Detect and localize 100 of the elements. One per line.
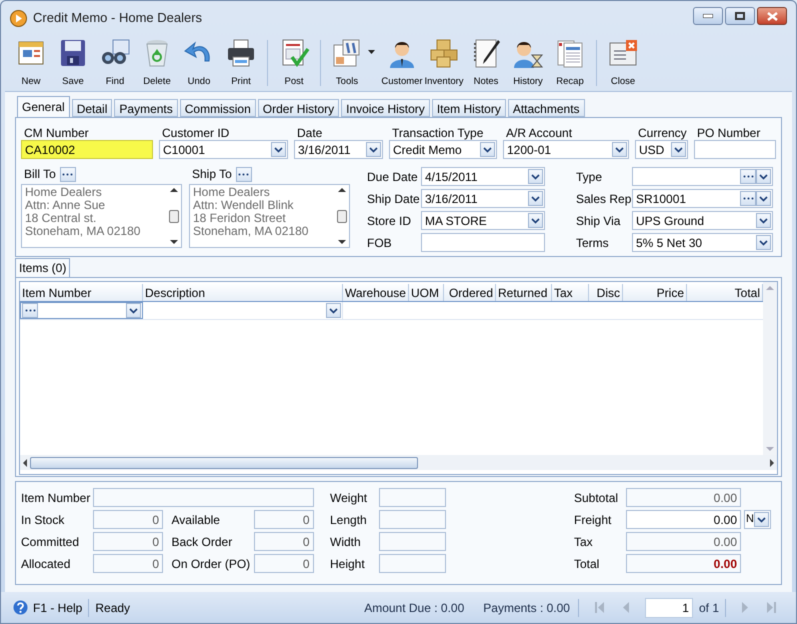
page-field[interactable]: 1 [644, 598, 693, 618]
address-box[interactable]: Home Dealers Attn: Wendell Blink 18 Feridon Street Stoneham, MA 02180 [189, 184, 350, 248]
address-box[interactable]: Home Dealers Attn: Anne Sue 18 Central st. Stoneham, MA 02180 [21, 184, 182, 248]
toolbar-button[interactable]: New [10, 36, 52, 90]
tab[interactable]: Detail [72, 99, 112, 117]
tab[interactable]: Item History [432, 99, 506, 117]
down-arrow-icon[interactable] [170, 240, 178, 244]
toolbar-button[interactable]: Tools [326, 36, 368, 90]
combo-box[interactable]: 3/16/2011 [421, 189, 545, 208]
dropdown-button[interactable] [756, 191, 771, 206]
dropdown-button[interactable] [756, 169, 771, 184]
field-value: SR10001 [635, 190, 688, 208]
amount-due-text: Amount Due : 0.00 [364, 600, 464, 616]
lookup-button[interactable] [740, 191, 756, 206]
chevron-icon [615, 146, 624, 152]
address-line: 18 Feridon Street [193, 212, 287, 225]
minimize-button[interactable] [693, 7, 723, 25]
column-header[interactable]: Warehouse [343, 284, 409, 301]
toolbar-button[interactable]: Post [273, 36, 315, 90]
tab[interactable]: Order History [258, 99, 340, 117]
address-label: Ship To [192, 166, 232, 183]
tab[interactable]: Attachments [508, 99, 585, 117]
combo-box[interactable]: UPS Ground [632, 211, 773, 230]
column-header[interactable]: Item Number [20, 284, 143, 301]
dropdown-button[interactable] [754, 512, 769, 527]
toolbar-button[interactable]: Print [220, 36, 262, 90]
close-button[interactable] [757, 7, 787, 25]
dropdown-button[interactable] [326, 303, 341, 318]
column-header[interactable]: Disc [589, 284, 623, 301]
combo-box[interactable]: 4/15/2011 [421, 167, 545, 186]
tab[interactable]: Commission [180, 99, 256, 117]
horizontal-scrollbar[interactable] [20, 455, 777, 470]
combo-box[interactable]: 1200-01 [503, 140, 629, 159]
dropdown-button[interactable] [528, 213, 543, 228]
toolbar-button[interactable]: Recap [549, 36, 591, 90]
help-text[interactable]: F1 - Help [33, 598, 82, 616]
column-header[interactable]: Description [143, 284, 343, 301]
lookup-button[interactable] [22, 303, 38, 318]
text-field[interactable]: 0.00 [626, 510, 741, 529]
dropdown-button[interactable] [271, 142, 286, 157]
dropdown-button[interactable] [756, 235, 771, 250]
scroll-thumb[interactable] [337, 210, 347, 222]
dropdown-button[interactable] [612, 142, 627, 157]
help-icon[interactable] [13, 600, 28, 615]
column-header[interactable]: Ordered [444, 284, 496, 301]
up-arrow-icon[interactable] [338, 188, 346, 192]
lookup-button[interactable] [60, 166, 76, 182]
text-field[interactable] [421, 233, 545, 252]
toolbar-button[interactable]: Close [602, 36, 644, 90]
chevron-icon [759, 240, 768, 246]
dropdown-button[interactable] [480, 142, 495, 157]
combo-box[interactable]: 5% 5 Net 30 [632, 233, 773, 252]
toolbar-button[interactable]: Undo [178, 36, 220, 90]
toolbar-button[interactable]: Save [52, 36, 94, 90]
toolbar-button[interactable]: Find [94, 36, 136, 90]
tab[interactable]: Payments [114, 99, 178, 117]
item-number-cell[interactable] [20, 302, 143, 319]
column-header[interactable]: Tax [552, 284, 589, 301]
scrollbar[interactable] [335, 185, 349, 247]
dropdown-button[interactable] [126, 303, 141, 318]
lookup-button[interactable] [236, 166, 252, 182]
combo-box[interactable]: C10001 [159, 140, 288, 159]
dropdown-button[interactable] [528, 169, 543, 184]
maximize-button[interactable] [725, 7, 755, 25]
right-arrow-icon[interactable] [770, 458, 774, 466]
readonly-field: 0 [254, 510, 314, 529]
text-field[interactable]: CA10002 [21, 140, 153, 159]
scroll-thumb[interactable] [169, 210, 179, 222]
dropdown-button[interactable] [528, 191, 543, 206]
column-header[interactable]: Returned [496, 284, 552, 301]
dropdown-button[interactable] [756, 213, 771, 228]
toolbar-button[interactable]: Notes [465, 36, 507, 90]
left-arrow-icon[interactable] [23, 458, 27, 466]
scroll-thumb[interactable] [30, 456, 418, 468]
text-field[interactable] [694, 140, 776, 159]
tab[interactable]: General [17, 96, 70, 117]
toolbar-button[interactable]: Customer [381, 36, 423, 90]
toolbar-button[interactable]: Delete [136, 36, 178, 90]
combo-box[interactable]: USD [635, 140, 688, 159]
address-line: Stoneham, MA 02180 [25, 225, 142, 238]
lookup-field[interactable] [632, 167, 773, 186]
combo-box[interactable]: Credit Memo [389, 140, 497, 159]
up-arrow-icon[interactable] [170, 188, 178, 192]
combo-box[interactable]: N [744, 510, 771, 529]
combo-box[interactable]: 3/16/2011 [294, 140, 383, 159]
lookup-field[interactable]: SR10001 [632, 189, 773, 208]
combo-box[interactable]: MA STORE [421, 211, 545, 230]
tab[interactable]: Items (0) [15, 258, 70, 277]
toolbar-button[interactable]: History [507, 36, 549, 90]
column-header[interactable]: Price [623, 284, 687, 301]
dropdown-button[interactable] [671, 142, 686, 157]
dropdown-button[interactable] [366, 142, 381, 157]
toolbar-button[interactable]: Inventory [423, 36, 465, 90]
lookup-button[interactable] [740, 169, 756, 184]
tab[interactable]: Invoice History [341, 99, 430, 117]
scrollbar[interactable] [167, 185, 181, 247]
payments-text: Payments : 0.00 [483, 600, 570, 616]
field-label: Sales Rep [576, 190, 632, 208]
down-arrow-icon[interactable] [338, 240, 346, 244]
column-header[interactable]: UOM [409, 284, 444, 301]
